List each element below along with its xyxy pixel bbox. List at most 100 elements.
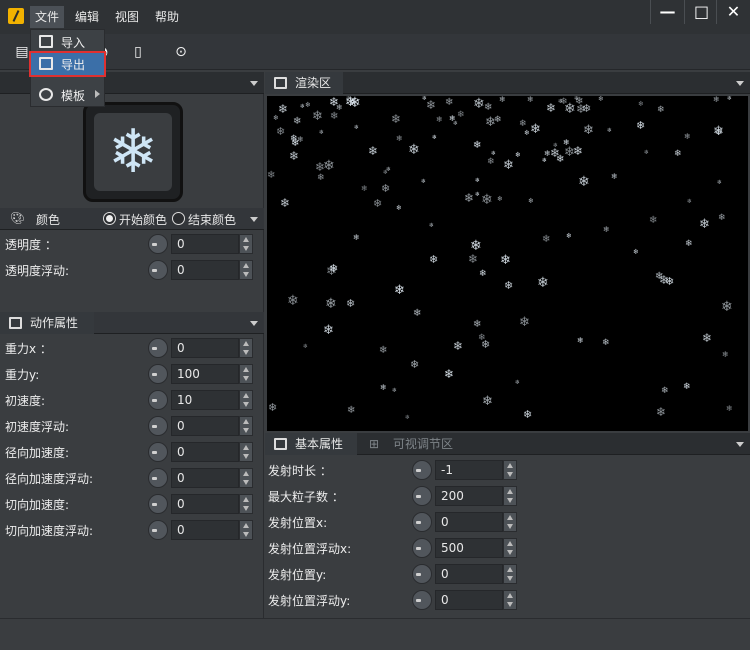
play-icon[interactable]: ⊙ xyxy=(173,44,189,60)
spin-buttons[interactable] xyxy=(239,494,253,514)
snow-particle: ❄ xyxy=(523,408,533,421)
chevron-down-icon[interactable] xyxy=(250,217,258,222)
motion-section-tab[interactable]: 动作属性 xyxy=(0,312,94,334)
snow-particle: ❄ xyxy=(405,414,411,421)
snow-particle: ❄ xyxy=(577,336,584,345)
basic-value-input[interactable]: 500 xyxy=(435,538,503,558)
spin-buttons[interactable] xyxy=(503,590,517,610)
menu-file[interactable]: 文件 xyxy=(30,6,65,28)
snow-particle: ❄ xyxy=(329,262,339,275)
basic-prop-row: 发射位置y: 0 xyxy=(265,563,750,585)
minimize-button[interactable]: — xyxy=(650,0,684,24)
spin-buttons[interactable] xyxy=(239,468,253,488)
menu-edit[interactable]: 编辑 xyxy=(70,6,104,28)
dial-knob[interactable] xyxy=(412,486,432,506)
dial-knob[interactable] xyxy=(412,538,432,558)
render-canvas[interactable]: ❄ ❄ ❄ ❄ ❄ ❄ ❄ ❄ ❄ ❄ ❄ ❄ ❄ ❄ ❄ ❄ ❄ ❄ ❄ ❄ ❄ ❄ ❄ ❄ ❄ ❄ ❄ ❄ ❄ ❄ ❄ ❄ ❄ ❄ ❄ ❄ ❄ ❄ ❄ ❄… xyxy=(267,96,748,431)
snow-particle: ❄ xyxy=(727,96,733,102)
snow-particle: ❄ xyxy=(468,252,479,266)
snow-particle: ❄ xyxy=(564,145,575,160)
chevron-down-icon[interactable] xyxy=(250,81,258,86)
chevron-down-icon[interactable] xyxy=(736,81,744,86)
maximize-button[interactable]: □ xyxy=(684,0,718,24)
dial-knob[interactable] xyxy=(148,494,168,514)
tab-basic-properties[interactable]: 基本属性 xyxy=(265,433,357,455)
menu-item-template[interactable]: 模板 xyxy=(31,84,104,106)
template-icon xyxy=(39,88,53,101)
spin-buttons[interactable] xyxy=(239,364,253,384)
chevron-down-icon[interactable] xyxy=(736,442,744,447)
motion-value-input[interactable]: 0 xyxy=(171,338,239,358)
snow-particle: ❄ xyxy=(353,233,360,242)
basic-value-input[interactable]: 0 xyxy=(435,590,503,610)
dial-knob[interactable] xyxy=(148,260,168,280)
basic-value-input[interactable]: -1 xyxy=(435,460,503,480)
spin-buttons[interactable] xyxy=(239,416,253,436)
spin-buttons[interactable] xyxy=(239,520,253,540)
alpha-input[interactable]: 0 xyxy=(171,234,239,254)
menu-item-import[interactable]: 导入 xyxy=(31,31,104,53)
snow-particle: ❄ xyxy=(354,124,360,131)
dial-knob[interactable] xyxy=(148,390,168,410)
dial-knob[interactable] xyxy=(412,564,432,584)
spin-buttons[interactable] xyxy=(239,338,253,358)
motion-value-input[interactable]: 10 xyxy=(171,390,239,410)
dial-knob[interactable] xyxy=(148,338,168,358)
snow-particle: ❄ xyxy=(687,198,693,205)
dial-knob[interactable] xyxy=(148,468,168,488)
prop-label: 切向加速度: xyxy=(5,498,70,512)
spin-buttons[interactable] xyxy=(239,234,253,254)
motion-value-input[interactable]: 100 xyxy=(171,364,239,384)
motion-prop-row: 切向加速度浮动: 0 xyxy=(0,519,264,541)
basic-value-input[interactable]: 0 xyxy=(435,512,503,532)
tab-visual-adjust[interactable]: ⊞ 可视调节区 xyxy=(369,433,453,455)
spin-buttons[interactable] xyxy=(239,390,253,410)
particle-preview[interactable]: ❄ xyxy=(83,102,183,202)
snow-particle: ❄ xyxy=(558,98,564,105)
dial-knob[interactable] xyxy=(412,460,432,480)
basic-value-input[interactable]: 200 xyxy=(435,486,503,506)
motion-prop-row: 径向加速度: 0 xyxy=(0,441,264,463)
dial-knob[interactable] xyxy=(148,416,168,436)
new-file-icon[interactable]: ▤ xyxy=(14,44,30,60)
spin-buttons[interactable] xyxy=(503,460,517,480)
snow-particle: ❄ xyxy=(473,140,482,151)
dial-knob[interactable] xyxy=(412,512,432,532)
spin-buttons[interactable] xyxy=(503,538,517,558)
motion-value-input[interactable]: 0 xyxy=(171,520,239,540)
snow-particle: ❄ xyxy=(436,115,443,124)
motion-value-input[interactable]: 0 xyxy=(171,494,239,514)
motion-value-input[interactable]: 0 xyxy=(171,416,239,436)
spin-buttons[interactable] xyxy=(239,260,253,280)
basic-value-input[interactable]: 0 xyxy=(435,564,503,584)
start-color-radio[interactable] xyxy=(103,212,116,225)
dial-knob[interactable] xyxy=(148,364,168,384)
spin-buttons[interactable] xyxy=(239,442,253,462)
motion-value-input[interactable]: 0 xyxy=(171,468,239,488)
snow-particle: ❄ xyxy=(721,299,733,315)
close-button[interactable]: ✕ xyxy=(716,0,750,24)
menu-view[interactable]: 视图 xyxy=(110,6,144,28)
dial-knob[interactable] xyxy=(148,442,168,462)
render-panel-tab[interactable]: 渲染区 xyxy=(265,72,343,94)
chevron-down-icon[interactable] xyxy=(250,321,258,326)
end-color-radio[interactable] xyxy=(172,212,185,225)
alpha-variance-input[interactable]: 0 xyxy=(171,260,239,280)
basic-prop-row: 发射位置x: 0 xyxy=(265,511,750,533)
snow-particle: ❄ xyxy=(464,191,475,205)
dial-knob[interactable] xyxy=(148,520,168,540)
motion-value-input[interactable]: 0 xyxy=(171,442,239,462)
dial-knob[interactable] xyxy=(412,590,432,610)
snow-particle: ❄ xyxy=(481,192,493,208)
dial-knob[interactable] xyxy=(148,234,168,254)
prop-label: 发射位置浮动x: xyxy=(268,542,352,556)
spin-buttons[interactable] xyxy=(503,512,517,532)
snow-particle: ❄ xyxy=(527,96,534,104)
menu-help[interactable]: 帮助 xyxy=(150,6,184,28)
menu-item-export[interactable]: 导出 xyxy=(29,51,106,77)
spin-buttons[interactable] xyxy=(503,486,517,506)
spin-buttons[interactable] xyxy=(503,564,517,584)
snow-particle: ❄ xyxy=(278,102,289,116)
snow-particle: ❄ xyxy=(685,239,693,249)
frame-icon[interactable]: ▯ xyxy=(130,44,146,60)
